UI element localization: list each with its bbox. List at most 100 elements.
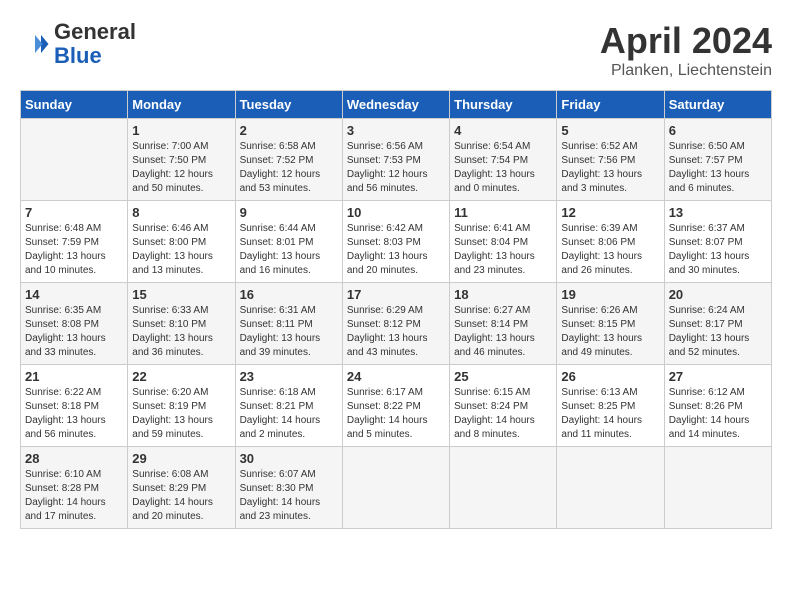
day-number: 1 bbox=[132, 123, 230, 138]
day-info: Sunrise: 6:46 AM Sunset: 8:00 PM Dayligh… bbox=[132, 222, 230, 278]
day-info: Sunrise: 6:44 AM Sunset: 8:01 PM Dayligh… bbox=[240, 222, 338, 278]
day-info: Sunrise: 6:18 AM Sunset: 8:21 PM Dayligh… bbox=[240, 386, 338, 442]
calendar-cell: 12 Sunrise: 6:39 AM Sunset: 8:06 PM Dayli… bbox=[557, 201, 664, 283]
day-number: 6 bbox=[669, 123, 767, 138]
calendar-cell: 11Sunrise: 6:41 AM Sunset: 8:04 PM Dayli… bbox=[450, 201, 557, 283]
calendar-cell: 28Sunrise: 6:10 AM Sunset: 8:28 PM Dayli… bbox=[21, 447, 128, 529]
calendar-cell bbox=[21, 119, 128, 201]
day-number: 10 bbox=[347, 205, 445, 220]
day-info: Sunrise: 6:42 AM Sunset: 8:03 PM Dayligh… bbox=[347, 222, 445, 278]
day-info: Sunrise: 6:37 AM Sunset: 8:07 PM Dayligh… bbox=[669, 222, 767, 278]
calendar-cell: 29Sunrise: 6:08 AM Sunset: 8:29 PM Dayli… bbox=[128, 447, 235, 529]
day-number: 28 bbox=[25, 451, 123, 466]
logo-blue: Blue bbox=[54, 43, 102, 68]
calendar-cell bbox=[557, 447, 664, 529]
day-info: Sunrise: 6:13 AM Sunset: 8:25 PM Dayligh… bbox=[561, 386, 659, 442]
day-number: 22 bbox=[132, 369, 230, 384]
calendar-cell: 8 Sunrise: 6:46 AM Sunset: 8:00 PM Daylig… bbox=[128, 201, 235, 283]
calendar-header-row: SundayMondayTuesdayWednesdayThursdayFrid… bbox=[21, 91, 772, 119]
day-number: 15 bbox=[132, 287, 230, 302]
column-header-sunday: Sunday bbox=[21, 91, 128, 119]
calendar-cell: 27 Sunrise: 6:12 AM Sunset: 8:26 PM Dayli… bbox=[664, 365, 771, 447]
day-number: 21 bbox=[25, 369, 123, 384]
day-number: 7 bbox=[25, 205, 123, 220]
calendar-cell: 23 Sunrise: 6:18 AM Sunset: 8:21 PM Dayli… bbox=[235, 365, 342, 447]
day-info: Sunrise: 6:41 AM Sunset: 8:04 PM Dayligh… bbox=[454, 222, 552, 278]
day-info: Sunrise: 6:56 AM Sunset: 7:53 PM Dayligh… bbox=[347, 140, 445, 196]
day-info: Sunrise: 6:07 AM Sunset: 8:30 PM Dayligh… bbox=[240, 468, 338, 524]
calendar-cell: 30 Sunrise: 6:07 AM Sunset: 8:30 PM Dayli… bbox=[235, 447, 342, 529]
calendar-cell: 19 Sunrise: 6:26 AM Sunset: 8:15 PM Dayli… bbox=[557, 283, 664, 365]
calendar-row: 28Sunrise: 6:10 AM Sunset: 8:28 PM Dayli… bbox=[21, 447, 772, 529]
calendar-cell: 22 Sunrise: 6:20 AM Sunset: 8:19 PM Dayli… bbox=[128, 365, 235, 447]
column-header-wednesday: Wednesday bbox=[342, 91, 449, 119]
day-info: Sunrise: 6:33 AM Sunset: 8:10 PM Dayligh… bbox=[132, 304, 230, 360]
column-header-monday: Monday bbox=[128, 91, 235, 119]
day-info: Sunrise: 6:15 AM Sunset: 8:24 PM Dayligh… bbox=[454, 386, 552, 442]
day-number: 13 bbox=[669, 205, 767, 220]
day-number: 16 bbox=[240, 287, 338, 302]
day-number: 30 bbox=[240, 451, 338, 466]
day-info: Sunrise: 6:58 AM Sunset: 7:52 PM Dayligh… bbox=[240, 140, 338, 196]
calendar-cell: 18Sunrise: 6:27 AM Sunset: 8:14 PM Dayli… bbox=[450, 283, 557, 365]
day-number: 8 bbox=[132, 205, 230, 220]
day-info: Sunrise: 6:24 AM Sunset: 8:17 PM Dayligh… bbox=[669, 304, 767, 360]
calendar-cell: 24Sunrise: 6:17 AM Sunset: 8:22 PM Dayli… bbox=[342, 365, 449, 447]
calendar-cell: 1 Sunrise: 7:00 AM Sunset: 7:50 PM Daylig… bbox=[128, 119, 235, 201]
day-info: Sunrise: 6:22 AM Sunset: 8:18 PM Dayligh… bbox=[25, 386, 123, 442]
calendar-cell bbox=[450, 447, 557, 529]
day-number: 9 bbox=[240, 205, 338, 220]
calendar-cell: 20 Sunrise: 6:24 AM Sunset: 8:17 PM Dayli… bbox=[664, 283, 771, 365]
calendar-cell: 6 Sunrise: 6:50 AM Sunset: 7:57 PM Daylig… bbox=[664, 119, 771, 201]
calendar-cell: 15 Sunrise: 6:33 AM Sunset: 8:10 PM Dayli… bbox=[128, 283, 235, 365]
day-number: 25 bbox=[454, 369, 552, 384]
calendar-cell: 16 Sunrise: 6:31 AM Sunset: 8:11 PM Dayli… bbox=[235, 283, 342, 365]
day-number: 5 bbox=[561, 123, 659, 138]
day-number: 27 bbox=[669, 369, 767, 384]
logo-icon bbox=[20, 29, 50, 59]
day-info: Sunrise: 6:31 AM Sunset: 8:11 PM Dayligh… bbox=[240, 304, 338, 360]
calendar-cell bbox=[664, 447, 771, 529]
calendar-table: SundayMondayTuesdayWednesdayThursdayFrid… bbox=[20, 90, 772, 529]
calendar-cell bbox=[342, 447, 449, 529]
logo-text: General Blue bbox=[54, 20, 136, 68]
calendar-cell: 14 Sunrise: 6:35 AM Sunset: 8:08 PM Dayli… bbox=[21, 283, 128, 365]
day-info: Sunrise: 6:29 AM Sunset: 8:12 PM Dayligh… bbox=[347, 304, 445, 360]
calendar-cell: 3 Sunrise: 6:56 AM Sunset: 7:53 PM Daylig… bbox=[342, 119, 449, 201]
calendar-cell: 13 Sunrise: 6:37 AM Sunset: 8:07 PM Dayli… bbox=[664, 201, 771, 283]
calendar-cell: 4Sunrise: 6:54 AM Sunset: 7:54 PM Daylig… bbox=[450, 119, 557, 201]
column-header-friday: Friday bbox=[557, 91, 664, 119]
day-info: Sunrise: 6:48 AM Sunset: 7:59 PM Dayligh… bbox=[25, 222, 123, 278]
day-info: Sunrise: 6:52 AM Sunset: 7:56 PM Dayligh… bbox=[561, 140, 659, 196]
day-number: 2 bbox=[240, 123, 338, 138]
day-info: Sunrise: 6:50 AM Sunset: 7:57 PM Dayligh… bbox=[669, 140, 767, 196]
calendar-cell: 10 Sunrise: 6:42 AM Sunset: 8:03 PM Dayli… bbox=[342, 201, 449, 283]
day-number: 17 bbox=[347, 287, 445, 302]
day-info: Sunrise: 6:08 AM Sunset: 8:29 PM Dayligh… bbox=[132, 468, 230, 524]
day-number: 18 bbox=[454, 287, 552, 302]
day-number: 23 bbox=[240, 369, 338, 384]
calendar-cell: 7 Sunrise: 6:48 AM Sunset: 7:59 PM Daylig… bbox=[21, 201, 128, 283]
day-number: 26 bbox=[561, 369, 659, 384]
day-number: 12 bbox=[561, 205, 659, 220]
day-info: Sunrise: 6:26 AM Sunset: 8:15 PM Dayligh… bbox=[561, 304, 659, 360]
day-info: Sunrise: 6:20 AM Sunset: 8:19 PM Dayligh… bbox=[132, 386, 230, 442]
page-header: General Blue April 2024 Planken, Liechte… bbox=[20, 20, 772, 80]
day-info: Sunrise: 6:54 AM Sunset: 7:54 PM Dayligh… bbox=[454, 140, 552, 196]
title-block: April 2024 Planken, Liechtenstein bbox=[600, 20, 772, 80]
day-info: Sunrise: 6:17 AM Sunset: 8:22 PM Dayligh… bbox=[347, 386, 445, 442]
day-number: 19 bbox=[561, 287, 659, 302]
day-number: 14 bbox=[25, 287, 123, 302]
day-info: Sunrise: 7:00 AM Sunset: 7:50 PM Dayligh… bbox=[132, 140, 230, 196]
month-title: April 2024 bbox=[600, 20, 772, 62]
day-info: Sunrise: 6:39 AM Sunset: 8:06 PM Dayligh… bbox=[561, 222, 659, 278]
day-number: 3 bbox=[347, 123, 445, 138]
day-info: Sunrise: 6:12 AM Sunset: 8:26 PM Dayligh… bbox=[669, 386, 767, 442]
calendar-cell: 26 Sunrise: 6:13 AM Sunset: 8:25 PM Dayli… bbox=[557, 365, 664, 447]
calendar-cell: 5 Sunrise: 6:52 AM Sunset: 7:56 PM Daylig… bbox=[557, 119, 664, 201]
day-number: 20 bbox=[669, 287, 767, 302]
calendar-row: 7 Sunrise: 6:48 AM Sunset: 7:59 PM Daylig… bbox=[21, 201, 772, 283]
day-info: Sunrise: 6:35 AM Sunset: 8:08 PM Dayligh… bbox=[25, 304, 123, 360]
location: Planken, Liechtenstein bbox=[600, 62, 772, 80]
column-header-tuesday: Tuesday bbox=[235, 91, 342, 119]
